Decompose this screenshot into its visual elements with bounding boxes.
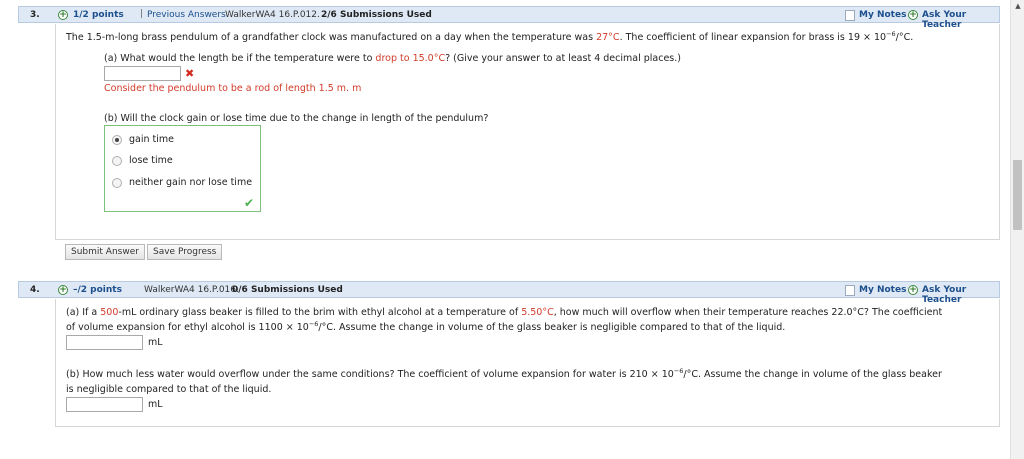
part-b-question: (b) Will the clock gain or lose time due… bbox=[104, 113, 489, 124]
submissions-used: 0/6 Submissions Used bbox=[232, 285, 343, 295]
submissions-used: 2/6 Submissions Used bbox=[321, 10, 432, 20]
problem-code: WalkerWA4 16.P.016. bbox=[144, 285, 239, 295]
scroll-up-arrow-icon[interactable]: ▲ bbox=[1011, 0, 1024, 14]
x-mark-icon: ✖ bbox=[185, 67, 195, 80]
q4-part-a-line2: of volume expansion for ethyl alcohol is… bbox=[66, 319, 786, 333]
save-progress-button[interactable]: Save Progress bbox=[147, 244, 223, 260]
notes-checkbox-icon[interactable] bbox=[845, 10, 855, 21]
submit-answer-button[interactable]: Submit Answer bbox=[65, 244, 145, 260]
q4-part-b-unit: mL bbox=[148, 399, 163, 410]
hint-text: Consider the pendulum to be a rod of len… bbox=[104, 83, 362, 94]
points-link[interactable]: –/2 points bbox=[73, 285, 122, 295]
problem-code: WalkerWA4 16.P.012. bbox=[225, 10, 320, 20]
q4-part-a-line1: (a) If a 500-mL ordinary glass beaker is… bbox=[66, 307, 943, 318]
vertical-scrollbar[interactable]: ▲ bbox=[1010, 0, 1024, 459]
notes-checkbox-icon[interactable] bbox=[845, 285, 855, 296]
plus-circle-icon[interactable]: + bbox=[908, 285, 918, 295]
part-a-answer-input[interactable] bbox=[104, 66, 181, 81]
radio-gain-time[interactable] bbox=[112, 135, 122, 145]
question-number: 3. bbox=[30, 10, 40, 20]
q4-part-a-unit: mL bbox=[148, 337, 163, 348]
question-4-header: 4. + –/2 points WalkerWA4 16.P.016. 0/6 … bbox=[18, 281, 1000, 305]
plus-circle-icon[interactable]: + bbox=[908, 10, 918, 20]
my-notes-link[interactable]: My Notes bbox=[859, 285, 906, 295]
check-mark-icon: ✔ bbox=[244, 196, 255, 210]
points-link[interactable]: 1/2 points bbox=[73, 10, 124, 20]
part-a-question: (a) What would the length be if the temp… bbox=[104, 53, 681, 64]
separator: | bbox=[140, 9, 144, 19]
q4-part-b-line2: is negligible compared to that of the li… bbox=[66, 384, 272, 395]
plus-circle-icon[interactable]: + bbox=[58, 10, 68, 20]
option-label-gain-time[interactable]: gain time bbox=[129, 134, 174, 145]
question-number: 4. bbox=[30, 285, 40, 295]
q4-part-b-answer-input[interactable] bbox=[66, 397, 143, 412]
q4-part-a-answer-input[interactable] bbox=[66, 335, 143, 350]
question-4-body bbox=[55, 299, 1000, 427]
previous-answers-link[interactable]: Previous Answers bbox=[147, 10, 226, 20]
radio-neither[interactable] bbox=[112, 178, 122, 188]
answer-choices-box bbox=[104, 125, 261, 212]
my-notes-link[interactable]: My Notes bbox=[859, 10, 906, 20]
webassign-page: 3. + 1/2 points | Previous Answers Walke… bbox=[0, 0, 1010, 459]
option-label-lose-time[interactable]: lose time bbox=[129, 155, 173, 166]
question-3-prompt: The 1.5-m-long brass pendulum of a grand… bbox=[66, 29, 914, 43]
radio-lose-time[interactable] bbox=[112, 156, 122, 166]
q4-part-b-line1: (b) How much less water would overflow u… bbox=[66, 366, 942, 380]
plus-circle-icon[interactable]: + bbox=[58, 285, 68, 295]
option-label-neither[interactable]: neither gain nor lose time bbox=[129, 177, 252, 188]
scroll-thumb[interactable] bbox=[1013, 160, 1022, 230]
question-3-header: 3. + 1/2 points | Previous Answers Walke… bbox=[18, 6, 1000, 30]
